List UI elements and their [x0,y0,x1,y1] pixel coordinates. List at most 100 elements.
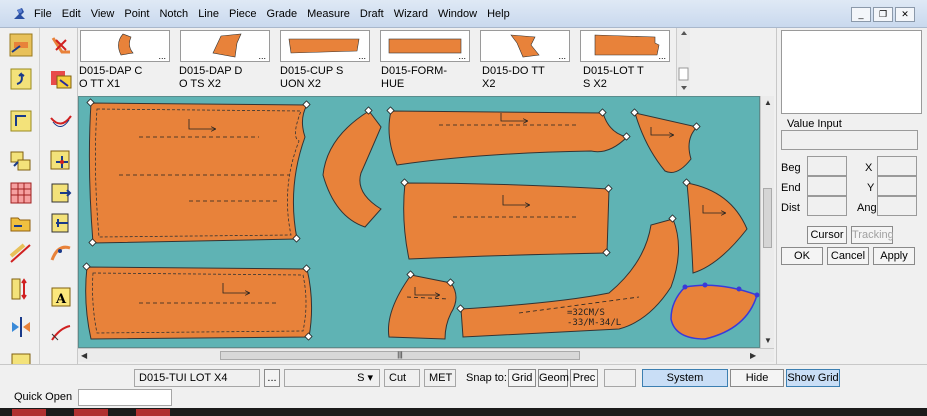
x-label: X [865,162,873,174]
move-point-icon[interactable] [48,148,74,174]
ok-button[interactable]: OK [781,247,823,265]
precision-field[interactable] [604,369,636,387]
size-select[interactable]: S ▾ [284,369,380,387]
taskbar-item[interactable] [74,409,108,416]
walk-pieces-icon[interactable] [48,320,74,346]
svg-text:A: A [55,292,67,307]
split-piece-icon[interactable] [48,180,74,206]
copy-piece-icon[interactable] [8,148,34,174]
strip-scroll-arrows [678,31,689,90]
value-input-title: Value Input [787,118,842,130]
preview-box [781,30,922,114]
end-input[interactable] [807,176,847,196]
menu-draft[interactable]: Draft [360,8,390,20]
thumbnail-menu[interactable]: ... [158,51,166,61]
cancel-button[interactable]: Cancel [827,247,869,265]
snap-grid-button[interactable]: Grid [508,369,536,387]
piece-label: D015-CUP S UON X2 [280,65,344,90]
menu-measure[interactable]: Measure [307,8,356,20]
system-smoothing-toggle[interactable]: System Smoothing [642,369,728,400]
piece-select-icon[interactable] [8,32,34,58]
curve-tool-icon[interactable] [48,108,74,134]
strip-scrollbar[interactable] [676,28,690,96]
delete-piece-icon[interactable] [48,32,74,58]
selected-pattern-piece [670,284,758,340]
snap-prec-button[interactable]: Prec [570,369,598,387]
piece-thumbnail-shape [510,34,540,58]
minimize-button[interactable]: _ [851,7,871,22]
piece-thumbnail[interactable]: ... [580,30,670,62]
scroll-up-icon[interactable]: ▲ [764,98,772,107]
scroll-down-icon[interactable]: ▼ [764,336,772,345]
thumbnail-menu[interactable]: ... [558,51,566,61]
horizontal-scroll-thumb[interactable]: ||| [220,351,580,360]
taskbar-item[interactable] [136,409,170,416]
open-folder-icon[interactable] [8,210,34,236]
close-button[interactable]: ✕ [895,7,915,22]
annotation-text-icon[interactable]: A [48,284,74,310]
menu-point[interactable]: Point [124,8,155,20]
piece-thumbnail-shape [594,34,660,56]
beg-label: Beg [781,162,801,174]
apply-button[interactable]: Apply [873,247,915,265]
show-grid-toggle[interactable]: Show Grid [786,369,840,387]
notch-tool-icon[interactable] [48,240,74,266]
beg-input[interactable] [807,156,847,176]
menu-window[interactable]: Window [438,8,483,20]
thumbnail-menu[interactable]: ... [258,51,266,61]
scroll-right-icon[interactable]: ▶ [750,351,756,360]
vertical-scroll-thumb[interactable] [763,188,772,248]
piece-thumbnail[interactable]: ... [80,30,170,62]
menu-help[interactable]: Help [487,8,516,20]
canvas-horizontal-scrollbar[interactable]: ◀ ||| ▶ [78,348,774,362]
menu-notch[interactable]: Notch [159,8,194,20]
menu-items: File Edit View Point Notch Line Piece Gr… [34,8,520,20]
menu-piece[interactable]: Piece [229,8,263,20]
pattern-piece [322,110,382,228]
pattern-piece [388,110,628,166]
scroll-left-icon[interactable]: ◀ [81,351,87,360]
snap-geom-button[interactable]: Geom [538,369,569,387]
menu-wizard[interactable]: Wizard [394,8,434,20]
grid-table-icon[interactable] [8,180,34,206]
cursor-button[interactable]: Cursor [807,226,847,244]
piece-thumbnail[interactable]: ... [280,30,370,62]
menu-bar: File Edit View Point Notch Line Piece Gr… [0,0,927,28]
toolbar-divider [39,28,40,364]
canvas-vertical-scrollbar[interactable]: ▲ ▼ [760,96,774,348]
y-input[interactable] [877,176,917,196]
app-window: File Edit View Point Notch Line Piece Gr… [0,0,927,416]
taskbar-item[interactable] [12,409,46,416]
pattern-canvas[interactable]: =32CM/S -33/M-34/L [78,96,760,348]
browse-piece-button[interactable]: ... [264,369,280,387]
quick-open-label: Quick Open [14,391,73,403]
ang-input[interactable] [877,196,917,216]
piece-thumbnail[interactable]: ... [180,30,270,62]
piece-color-icon[interactable] [48,66,74,92]
menu-file[interactable]: File [34,8,58,20]
hide-seams-toggle[interactable]: Hide Seams [730,369,784,400]
y-label: Y [867,182,875,194]
seam-line-icon[interactable] [8,240,34,266]
restore-button[interactable]: ❐ [873,7,893,22]
dist-input[interactable] [807,196,847,216]
tracking-button[interactable]: Tracking [851,226,894,244]
menu-grade[interactable]: Grade [267,8,304,20]
thumbnail-menu[interactable]: ... [458,51,466,61]
value-input-field[interactable] [781,130,918,150]
menu-line[interactable]: Line [198,8,225,20]
thumbnail-menu[interactable]: ... [358,51,366,61]
menu-edit[interactable]: Edit [62,8,87,20]
flip-piece-icon[interactable] [8,108,34,134]
piece-thumbnail[interactable]: ... [480,30,570,62]
mirror-piece-icon[interactable] [8,314,34,340]
menu-view[interactable]: View [91,8,121,20]
quick-open-input[interactable] [78,389,172,406]
measure-ruler-icon[interactable] [8,276,34,302]
x-input[interactable] [877,156,917,176]
thumbnail-menu[interactable]: ... [658,51,666,61]
rotate-piece-icon[interactable] [8,66,34,92]
units-field[interactable]: MET [424,369,456,387]
piece-thumbnail[interactable]: ... [380,30,470,62]
join-piece-icon[interactable] [48,210,74,236]
